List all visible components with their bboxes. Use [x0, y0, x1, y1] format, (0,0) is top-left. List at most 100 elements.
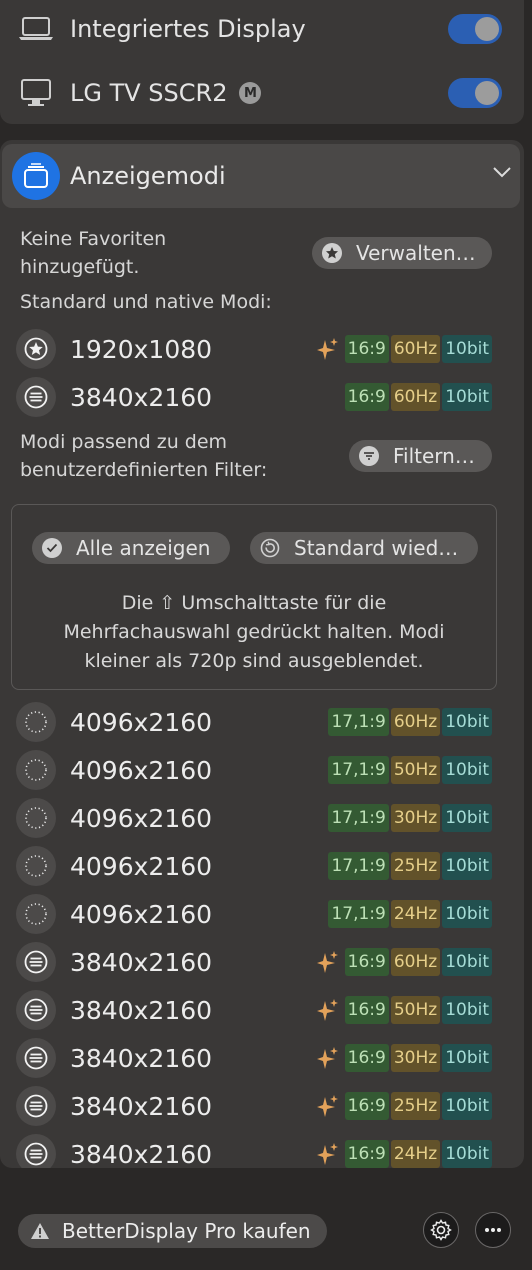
aspect-ratio-tag: 16:9 [344, 383, 389, 411]
refresh-rate-tag: 25Hz [390, 852, 441, 880]
manage-label: Verwalten… [356, 241, 476, 265]
more-button[interactable] [475, 1212, 511, 1248]
settings-button[interactable] [423, 1212, 459, 1248]
display-name: LG TV SSCR2 [70, 79, 228, 107]
mode-resolution: 3840x2160 [70, 382, 213, 412]
mode-row[interactable]: 4096x2160 17,1:9 24Hz 10bit [16, 892, 492, 936]
bit-depth-tag: 10bit [442, 948, 492, 976]
display-name: Integriertes Display [70, 15, 306, 43]
aspect-ratio-tag: 16:9 [344, 1140, 389, 1168]
list-icon [16, 1134, 56, 1168]
star-icon [322, 243, 342, 263]
warning-icon [30, 1222, 50, 1240]
mode-row[interactable]: 3840x2160 16:9 60Hz 10bit [16, 375, 492, 419]
filter-icon [359, 446, 379, 466]
reset-default-button[interactable]: Standard wied… [250, 532, 478, 564]
filter-button[interactable]: Filtern… [349, 440, 492, 472]
show-all-label: Alle anzeigen [76, 536, 211, 560]
bit-depth-tag: 10bit [442, 900, 492, 928]
checkmark-icon [42, 538, 62, 558]
dotted-circle-icon [16, 702, 56, 742]
main-display-badge: M [239, 82, 262, 104]
mode-resolution: 3840x2160 [70, 947, 213, 977]
manage-favorites-button[interactable]: Verwalten… [312, 237, 492, 269]
mode-resolution: 3840x2160 [70, 1091, 213, 1121]
mode-resolution: 3840x2160 [70, 1139, 213, 1169]
bit-depth-tag: 10bit [442, 708, 492, 736]
aspect-ratio-tag: 17,1:9 [328, 708, 389, 736]
mode-row[interactable]: 3840x2160 16:9 60Hz 10bit [16, 940, 492, 984]
bit-depth-tag: 10bit [442, 804, 492, 832]
mode-row[interactable]: 4096x2160 17,1:9 50Hz 10bit [16, 748, 492, 792]
dotted-circle-icon [16, 846, 56, 886]
mode-resolution: 3840x2160 [70, 1043, 213, 1073]
refresh-rate-tag: 60Hz [390, 383, 441, 411]
mode-row[interactable]: 4096x2160 17,1:9 25Hz 10bit [16, 844, 492, 888]
laptop-icon [18, 14, 54, 44]
display-row-lg-tv[interactable]: LG TV SSCR2 M [18, 73, 508, 113]
bit-depth-tag: 10bit [442, 1140, 492, 1168]
mode-row[interactable]: 3840x2160 16:9 30Hz 10bit [16, 1036, 492, 1080]
list-icon [16, 942, 56, 982]
list-icon [16, 990, 56, 1030]
dotted-circle-icon [16, 798, 56, 838]
sparkle-icon [316, 1142, 339, 1166]
sparkle-icon [316, 950, 339, 974]
show-all-button[interactable]: Alle anzeigen [32, 532, 230, 564]
bit-depth-tag: 10bit [442, 756, 492, 784]
sparkle-icon [316, 1046, 339, 1070]
refresh-rate-tag: 60Hz [390, 335, 441, 363]
reset-label: Standard wied… [294, 536, 459, 560]
buy-pro-button[interactable]: BetterDisplay Pro kaufen [18, 1214, 327, 1248]
mode-row[interactable]: 3840x2160 16:9 50Hz 10bit [16, 988, 492, 1032]
footer: BetterDisplay Pro kaufen [0, 1168, 532, 1270]
display-row-integrated[interactable]: Integriertes Display [18, 9, 508, 49]
bit-depth-tag: 10bit [442, 996, 492, 1024]
bit-depth-tag: 10bit [442, 383, 492, 411]
buy-label: BetterDisplay Pro kaufen [62, 1219, 311, 1243]
refresh-rate-tag: 30Hz [390, 804, 441, 832]
list-icon [16, 1038, 56, 1078]
shift-info-text: Die ⇧ Umschalttaste für die Mehrfachausw… [63, 592, 445, 672]
sparkle-icon [316, 337, 339, 361]
display-toggle[interactable] [448, 78, 502, 108]
aspect-ratio-tag: 17,1:9 [328, 804, 389, 832]
mode-row[interactable]: 4096x2160 17,1:9 30Hz 10bit [16, 796, 492, 840]
display-modes-panel: Anzeigemodi Keine Favoriten hinzugefügt.… [0, 140, 524, 1168]
bit-depth-tag: 10bit [442, 1044, 492, 1072]
list-icon [16, 377, 56, 417]
mode-resolution: 4096x2160 [70, 707, 213, 737]
refresh-rate-tag: 50Hz [390, 996, 441, 1024]
chevron-down-icon[interactable] [492, 164, 512, 183]
aspect-ratio-tag: 16:9 [344, 996, 389, 1024]
section-title: Anzeigemodi [70, 162, 226, 190]
ellipsis-icon [484, 1227, 502, 1233]
sparkle-icon [316, 998, 339, 1022]
mode-row[interactable]: 1920x1080 16:9 60Hz 10bit [16, 327, 492, 371]
mode-resolution: 4096x2160 [70, 851, 213, 881]
mode-row[interactable]: 3840x2160 16:9 25Hz 10bit [16, 1084, 492, 1128]
mode-row[interactable]: 4096x2160 17,1:9 60Hz 10bit [16, 700, 492, 744]
mode-resolution: 1920x1080 [70, 334, 213, 364]
filter-options-box: Alle anzeigen Standard wied… Die ⇧ Umsch… [11, 504, 497, 690]
displays-card: Integriertes Display LG TV SSCR2 M [0, 0, 524, 124]
standard-modes-heading: Standard und native Modi: [20, 291, 272, 313]
section-header-display-modes[interactable]: Anzeigemodi [2, 144, 520, 208]
refresh-rate-tag: 60Hz [390, 708, 441, 736]
mode-row[interactable]: 3840x2160 16:9 24Hz 10bit [16, 1132, 492, 1168]
refresh-rate-tag: 50Hz [390, 756, 441, 784]
refresh-rate-tag: 60Hz [390, 948, 441, 976]
display-toggle[interactable] [448, 14, 502, 44]
aspect-ratio-tag: 16:9 [344, 335, 389, 363]
reset-icon [260, 538, 280, 558]
mode-resolution: 4096x2160 [70, 803, 213, 833]
list-icon [16, 1086, 56, 1126]
aspect-ratio-tag: 16:9 [344, 1044, 389, 1072]
refresh-rate-tag: 30Hz [390, 1044, 441, 1072]
filter-heading: Modi passend zu dem benutzerdefinierten … [20, 431, 268, 481]
mode-resolution: 3840x2160 [70, 995, 213, 1025]
refresh-rate-tag: 24Hz [390, 1140, 441, 1168]
filter-label: Filtern… [393, 444, 475, 468]
refresh-rate-tag: 25Hz [390, 1092, 441, 1120]
monitor-icon [18, 78, 54, 108]
